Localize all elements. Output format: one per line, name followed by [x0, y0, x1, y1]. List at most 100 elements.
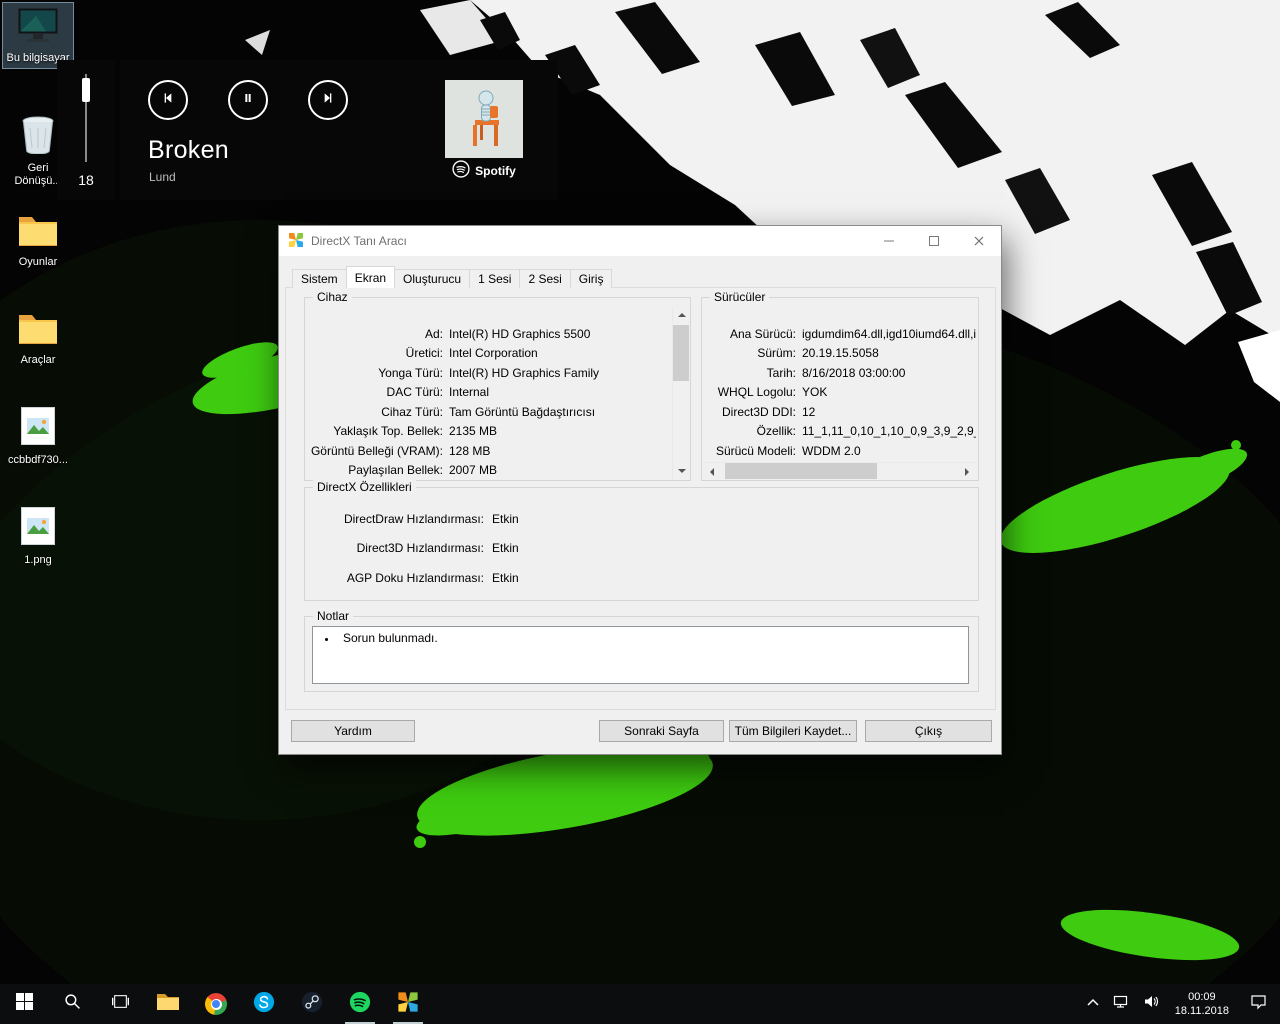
field-value: 12 — [802, 404, 816, 419]
system-tray: 00:09 18.11.2018 — [1080, 984, 1280, 1024]
next-page-button[interactable]: Sonraki Sayfa — [599, 720, 724, 742]
action-center-button[interactable] — [1238, 984, 1278, 1024]
volume-value: 18 — [78, 172, 94, 188]
tab-ses1[interactable]: 1 Sesi — [469, 269, 521, 288]
note-item: Sorun bulunmadı. — [313, 631, 968, 645]
desktop-icon-oyunlar[interactable]: Oyunlar — [2, 210, 74, 273]
field-value: Intel(R) HD Graphics 5500 — [449, 326, 591, 341]
tab-ekran[interactable]: Ekran — [345, 266, 396, 288]
field-value: Etkin — [492, 511, 519, 526]
taskbar-chrome[interactable] — [192, 984, 240, 1024]
pause-button[interactable] — [228, 80, 268, 120]
folder-icon — [17, 214, 59, 253]
action-center-icon — [1250, 994, 1267, 1015]
taskbar-search-button[interactable] — [48, 984, 96, 1024]
maximize-button[interactable] — [911, 226, 956, 256]
dxdiag-app-icon — [288, 232, 304, 251]
dxdiag-titlebar[interactable]: DirectX Tanı Aracı — [279, 226, 1001, 256]
tab-giris[interactable]: Giriş — [569, 269, 613, 288]
exit-button[interactable]: Çıkış — [865, 720, 992, 742]
field-value: Etkin — [492, 541, 519, 556]
field-label: Ana Sürücü: — [729, 326, 796, 341]
close-button[interactable] — [956, 226, 1001, 256]
taskbar-clock[interactable]: 00:09 18.11.2018 — [1166, 990, 1238, 1018]
scroll-right-icon[interactable] — [958, 463, 975, 480]
start-button[interactable] — [0, 984, 48, 1024]
file-explorer-icon — [156, 992, 180, 1017]
field-value: Etkin — [492, 570, 519, 585]
desktop-icon-this-pc[interactable]: Bu bilgisayar — [2, 2, 74, 69]
scroll-down-icon[interactable] — [673, 462, 690, 479]
device-group: Cihaz Ad: Intel(R) HD Graphics 5500 Üreti… — [304, 290, 691, 481]
desktop-icon-ccbbdf[interactable]: ccbbdf730... — [2, 402, 74, 471]
field-label: Yonga Türü: — [378, 365, 443, 380]
device-vertical-scrollbar[interactable] — [672, 307, 690, 479]
field-label: Direct3D Hızlandırması: — [356, 541, 484, 556]
tab-sistem[interactable]: Sistem — [292, 269, 347, 288]
dxdiag-icon — [397, 991, 419, 1018]
help-button[interactable]: Yardım — [291, 720, 415, 742]
desktop-icon-label: 1.png — [24, 554, 52, 566]
minimize-button[interactable] — [866, 226, 911, 256]
volume-slider-thumb[interactable] — [82, 78, 90, 102]
desktop-icon-araclar[interactable]: Araçlar — [2, 308, 74, 371]
field-value: WDDM 2.0 — [802, 443, 861, 458]
field-label: Direct3D DDI: — [721, 404, 796, 419]
note-text: Sorun bulunmadı. — [343, 631, 438, 645]
drivers-horizontal-scrollbar[interactable] — [705, 462, 975, 480]
field-value: 8/16/2018 03:00:00 — [802, 365, 906, 380]
volume-slider[interactable] — [57, 72, 115, 166]
field-value: 11_1,11_0,10_1,10_0,9_3,9_2,9_1 — [802, 424, 976, 439]
desktop-icon-1png[interactable]: 1.png — [2, 502, 74, 571]
features-group-title: DirectX Özellikleri — [313, 480, 416, 494]
field-label: Paylaşılan Bellek: — [348, 463, 443, 478]
search-icon — [64, 993, 81, 1015]
taskbar-dxdiag[interactable] — [384, 984, 432, 1024]
track-artist: Lund — [149, 170, 176, 184]
taskbar-skype[interactable] — [240, 984, 288, 1024]
scroll-up-icon[interactable] — [673, 307, 690, 324]
save-all-info-button[interactable]: Tüm Bilgileri Kaydet... — [729, 720, 857, 742]
image-file-icon — [20, 406, 56, 451]
image-file-icon — [20, 506, 56, 551]
task-view-button[interactable] — [96, 984, 144, 1024]
drivers-group: Sürücüler Ana Sürücü: igdumdim64.dll,igd1… — [701, 290, 979, 481]
field-label: Tarih: — [766, 365, 796, 380]
next-track-button[interactable] — [308, 80, 348, 120]
field-value: Internal — [449, 385, 490, 400]
track-title: Broken — [148, 136, 230, 164]
drivers-fields: Ana Sürücü: igdumdim64.dll,igd10iumd64.dl… — [706, 324, 976, 461]
album-art — [445, 80, 523, 158]
pause-icon — [240, 90, 256, 111]
tab-ses2[interactable]: 2 Sesi — [519, 269, 571, 288]
taskbar: 00:09 18.11.2018 — [0, 984, 1280, 1024]
field-value: igdumdim64.dll,igd10iumd64.dll,igd10iu — [802, 326, 976, 341]
scrollbar-thumb[interactable] — [725, 463, 877, 479]
speaker-icon — [1143, 994, 1159, 1014]
features-fields: DirectDraw Hızlandırması: Etkin Direct3D … — [309, 504, 972, 593]
device-fields: Ad: Intel(R) HD Graphics 5500 Üretici: Int… — [309, 324, 668, 480]
media-overlay: Broken Lund Spotify — [120, 60, 558, 200]
desktop-icon-label: Araçlar — [20, 354, 56, 366]
taskbar-steam[interactable] — [288, 984, 336, 1024]
field-value: 128 MB — [449, 443, 491, 458]
field-label: Sürücü Modeli: — [715, 443, 796, 458]
scrollbar-thumb[interactable] — [673, 325, 689, 381]
scroll-left-icon[interactable] — [705, 463, 722, 480]
taskbar-file-explorer[interactable] — [144, 984, 192, 1024]
desktop-icon-label: Oyunlar — [18, 256, 58, 268]
previous-track-button[interactable] — [148, 80, 188, 120]
volume-tray-button[interactable] — [1136, 984, 1166, 1024]
network-tray-button[interactable] — [1106, 984, 1136, 1024]
steam-icon — [301, 991, 323, 1018]
spotify-icon — [349, 991, 371, 1018]
show-hidden-icons-button[interactable] — [1080, 984, 1106, 1024]
field-value: 2007 MB — [449, 463, 498, 478]
skype-icon — [253, 991, 275, 1018]
dxdiag-tabs: Sistem Ekran Oluşturucu 1 Sesi 2 Sesi Gi… — [292, 266, 613, 288]
taskbar-spotify[interactable] — [336, 984, 384, 1024]
field-value: Intel(R) HD Graphics Family — [449, 365, 600, 380]
tab-olusturucu[interactable]: Oluşturucu — [394, 269, 471, 288]
notes-group-title: Notlar — [313, 609, 354, 623]
notes-box[interactable]: Sorun bulunmadı. — [312, 626, 969, 684]
